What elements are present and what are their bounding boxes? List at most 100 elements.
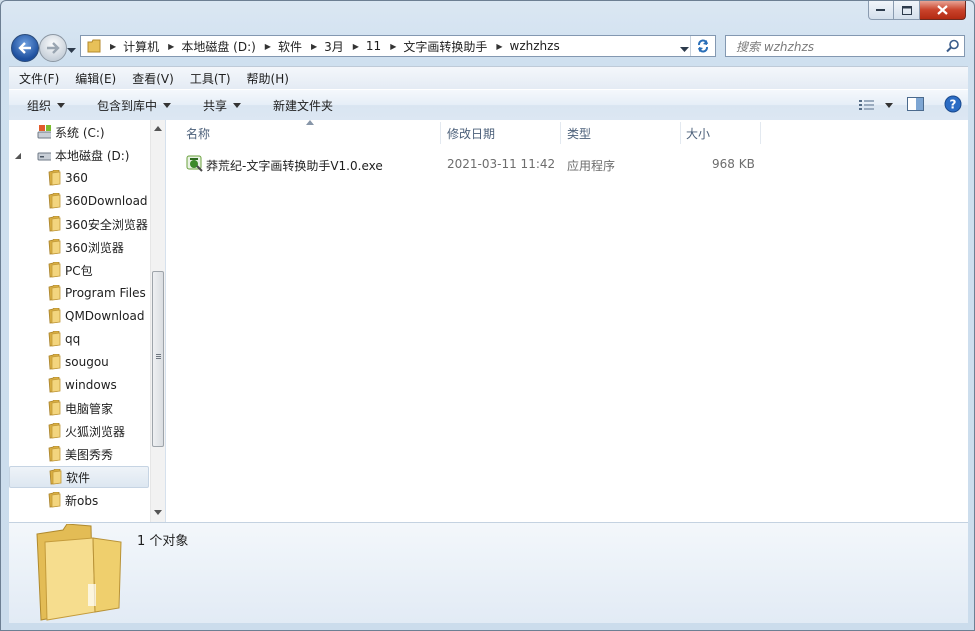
column-divider[interactable] xyxy=(560,122,561,144)
include-library-label: 包含到库中 xyxy=(97,98,158,113)
refresh-button[interactable] xyxy=(690,36,715,56)
minimize-icon xyxy=(876,9,885,11)
expanded-arrow-icon[interactable]: ◢ xyxy=(9,151,27,160)
tree-item-folder[interactable]: 360 xyxy=(9,167,149,189)
column-header-size[interactable]: 大小 xyxy=(686,120,710,146)
breadcrumb-software[interactable]: 软件 xyxy=(276,38,306,55)
tree-item-folder[interactable]: QMDownload xyxy=(9,305,149,327)
tree-item-label: 360浏览器 xyxy=(65,240,124,255)
menu-help[interactable]: 帮助(H) xyxy=(237,70,295,87)
file-name[interactable]: 莽荒纪-文字画转换助手V1.0.exe xyxy=(206,157,383,174)
tree-item-folder[interactable]: 软件 xyxy=(9,466,149,488)
breadcrumb-separator[interactable]: ▶ xyxy=(491,42,507,51)
tree-item-label: 美图秀秀 xyxy=(65,447,114,462)
share-button[interactable]: 共享 xyxy=(185,97,255,114)
tree-item-folder[interactable]: 360Download xyxy=(9,190,149,212)
minimize-button[interactable] xyxy=(868,1,894,20)
column-header-type[interactable]: 类型 xyxy=(567,120,591,146)
folder-icon xyxy=(48,170,61,186)
help-button[interactable]: ? xyxy=(944,95,968,116)
column-divider[interactable] xyxy=(760,122,761,144)
breadcrumb-current[interactable]: wzhzhzs xyxy=(508,39,564,53)
search-input[interactable] xyxy=(734,37,948,57)
menu-edit[interactable]: 编辑(E) xyxy=(65,70,122,87)
address-bar[interactable]: ▶ 计算机 ▶ 本地磁盘 (D:) ▶ 软件 ▶ 3月 ▶ 11 ▶ 文字画转换… xyxy=(80,35,716,57)
chevron-down-icon xyxy=(163,102,172,108)
file-row[interactable]: 莽荒纪-文字画转换助手V1.0.exe 2021-03-11 11:42 应用程… xyxy=(178,153,778,175)
folder-icon xyxy=(48,331,61,347)
recent-pages-dropdown[interactable] xyxy=(67,43,76,57)
scroll-up-arrow-icon[interactable] xyxy=(154,126,162,131)
organize-button[interactable]: 组织 xyxy=(9,97,79,114)
breadcrumb-drive-d[interactable]: 本地磁盘 (D:) xyxy=(179,38,259,55)
folder-icon xyxy=(48,216,61,232)
menu-file[interactable]: 文件(F) xyxy=(9,70,65,87)
tree-item-folder[interactable]: 电脑管家 xyxy=(9,397,149,419)
tree-item-folder[interactable]: 新obs xyxy=(9,489,149,511)
navigation-row: ▶ 计算机 ▶ 本地磁盘 (D:) ▶ 软件 ▶ 3月 ▶ 11 ▶ 文字画转换… xyxy=(1,31,974,63)
column-divider[interactable] xyxy=(440,122,441,144)
breadcrumb-separator[interactable]: ▶ xyxy=(385,42,401,51)
maximize-button[interactable] xyxy=(894,1,920,20)
file-list: 名称 修改日期 类型 大小 莽荒纪-文字画转换助手V1.0.exe 2021-0… xyxy=(166,120,968,522)
tree-item-folder[interactable]: sougou xyxy=(9,351,149,373)
menu-tools[interactable]: 工具(T) xyxy=(180,70,237,87)
breadcrumb-separator[interactable]: ▶ xyxy=(260,42,276,51)
tree-item-drive-d[interactable]: ◢ 本地磁盘 (D:) xyxy=(9,144,149,166)
tree-item-label: Program Files xyxy=(65,286,146,300)
tree-item-folder[interactable]: 美图秀秀 xyxy=(9,443,149,465)
tree-item-label: qq xyxy=(65,332,81,346)
tree-item-folder[interactable]: 360安全浏览器 xyxy=(9,213,149,235)
breadcrumb-separator[interactable]: ▶ xyxy=(163,42,179,51)
breadcrumb-converter[interactable]: 文字画转换助手 xyxy=(401,38,491,55)
close-icon xyxy=(937,5,948,15)
tree-item-folder[interactable]: qq xyxy=(9,328,149,350)
file-modified: 2021-03-11 11:42 xyxy=(447,157,556,171)
change-view-button[interactable] xyxy=(859,99,907,111)
scrollbar-thumb[interactable] xyxy=(152,271,164,447)
preview-pane-icon xyxy=(907,96,924,111)
tree-item-label: sougou xyxy=(65,355,109,369)
navigation-scrollbar[interactable] xyxy=(150,120,165,522)
column-divider[interactable] xyxy=(680,122,681,144)
forward-button[interactable] xyxy=(39,34,67,62)
column-header-modified[interactable]: 修改日期 xyxy=(447,120,495,146)
close-button[interactable] xyxy=(920,1,966,20)
tree-item-folder[interactable]: windows xyxy=(9,374,149,396)
breadcrumb-computer[interactable]: 计算机 xyxy=(121,38,163,55)
tree-item-folder[interactable]: 火狐浏览器 xyxy=(9,420,149,442)
breadcrumb-separator[interactable]: ▶ xyxy=(105,42,121,51)
tree-item-folder[interactable]: PC包 xyxy=(9,259,149,281)
menu-bar: 文件(F) 编辑(E) 查看(V) 工具(T) 帮助(H) xyxy=(9,66,968,89)
tree-item-label: 电脑管家 xyxy=(65,401,114,416)
chevron-down-icon xyxy=(233,102,242,108)
arrow-left-icon xyxy=(18,42,31,54)
include-in-library-button[interactable]: 包含到库中 xyxy=(79,97,185,114)
preview-pane-button[interactable] xyxy=(907,96,944,114)
search-box[interactable] xyxy=(725,35,965,57)
tree-item-system-c[interactable]: 系统 (C:) xyxy=(9,121,149,143)
arrow-right-icon xyxy=(47,42,60,54)
breadcrumb-march[interactable]: 3月 xyxy=(322,38,348,55)
folder-icon xyxy=(48,193,61,209)
tree-item-label: 360安全浏览器 xyxy=(65,217,148,232)
tree-item-folder[interactable]: Program Files xyxy=(9,282,149,304)
folder-icon xyxy=(48,377,61,393)
caption-buttons xyxy=(868,1,966,21)
column-header-name[interactable]: 名称 xyxy=(186,120,210,146)
breadcrumb-separator[interactable]: ▶ xyxy=(306,42,322,51)
search-icon[interactable] xyxy=(946,39,960,56)
back-button[interactable] xyxy=(11,34,39,62)
new-folder-button[interactable]: 新建文件夹 xyxy=(255,97,347,114)
menu-view[interactable]: 查看(V) xyxy=(122,70,180,87)
address-history-dropdown[interactable] xyxy=(680,42,689,56)
breadcrumb-11[interactable]: 11 xyxy=(364,39,385,53)
breadcrumb-separator[interactable]: ▶ xyxy=(348,42,364,51)
tree-item-folder[interactable]: 360浏览器 xyxy=(9,236,149,258)
tree-item-label: 新obs xyxy=(65,493,99,508)
folder-icon xyxy=(48,446,61,462)
tree-item-label: 系统 (C:) xyxy=(55,125,105,140)
folder-icon xyxy=(48,492,61,508)
scroll-down-arrow-icon[interactable] xyxy=(154,510,162,515)
command-bar: 组织 包含到库中 共享 新建文件夹 ? xyxy=(9,89,968,121)
